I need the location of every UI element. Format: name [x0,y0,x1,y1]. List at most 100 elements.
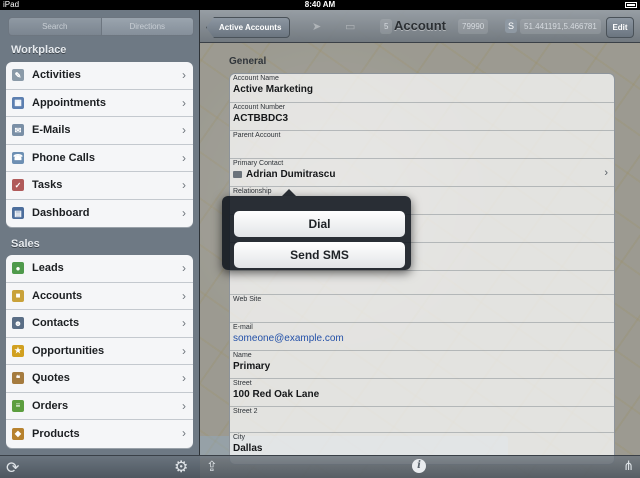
field-value: Primary [233,361,271,372]
sidebar-item-tasks[interactable]: ✓ Tasks › [6,172,193,200]
battery-icon [625,2,637,8]
sidebar-item-dashboard[interactable]: ▤ Dashboard › [6,200,193,228]
field-label: Web Site [233,296,262,303]
sidebar-item-label: Quotes [32,372,70,385]
sidebar-item-label: Opportunities [32,344,105,357]
field-label: Relationship [233,188,272,195]
segment-search[interactable]: Search [9,18,101,35]
search-directions-segmented-control[interactable]: Search Directions [8,17,194,36]
chevron-right-icon: › [182,398,186,413]
coordinate-field-right: 51.441191,5.466781 [520,19,601,34]
accounts-icon: ■ [12,289,24,302]
field-street[interactable]: Street 100 Red Oak Lane [230,378,614,406]
sidebar-item-opportunities[interactable]: ★ Opportunities › [6,338,193,365]
tasks-icon: ✓ [12,179,24,192]
section-title-workplace: Workplace [11,44,67,56]
sidebar-item-label: Dashboard [32,207,90,220]
sidebar-item-label: Contacts [32,317,80,330]
send-sms-button[interactable]: Send SMS [234,242,405,268]
phone-action-popover: Dial Send SMS [222,189,411,270]
field-label: Street [233,380,252,387]
notepad-icon: ✎ [12,69,24,82]
contacts-icon: ☻ [12,317,24,330]
leads-icon: ● [12,262,24,275]
sidebar-item-label: Appointments [32,96,106,109]
signal-s-icon: S [505,19,517,33]
calendar-icon: ▦ [12,96,24,109]
workplace-menu: ✎ Activities › ▦ Appointments › ✉ E-Mail… [6,62,193,227]
chevron-right-icon: › [182,261,186,275]
gear-icon[interactable]: ⚙ [174,457,188,477]
products-icon: ◆ [12,427,24,440]
phone-icon: ☎ [12,151,24,164]
sidebar-item-quotes[interactable]: ❝ Quotes › [6,365,193,393]
coordinate-field-left-tail: 79990 [458,19,489,34]
info-icon[interactable]: i [412,459,426,473]
sync-icon[interactable]: ⟳ [6,458,19,478]
sidebar-item-label: Leads [32,262,64,275]
sidebar-item-label: Activities [32,69,81,82]
sidebar-item-products[interactable]: ◆ Products › [6,420,193,448]
chevron-right-icon: › [182,95,186,110]
opportunities-icon: ★ [12,344,24,357]
field-label: City [233,434,246,441]
field-account-name[interactable]: Account Name Active Marketing [230,74,614,102]
detail-toolbar: ⇪ i ⋔ [200,455,640,478]
segment-directions[interactable]: Directions [100,18,193,35]
status-clock: 8:40 AM [304,0,336,9]
field-primary-contact[interactable]: Primary Contact Adrian Dumitrascu › [230,158,614,186]
sidebar: Search Directions Workplace ✎ Activities… [0,10,200,478]
field-value: Adrian Dumitrascu [246,169,336,180]
sidebar-toolbar: ⟳ ⚙ [0,455,200,478]
sidebar-item-label: Products [32,427,80,440]
chevron-right-icon: › [182,343,186,358]
sales-menu: ● Leads › ■ Accounts › ☻ Contacts › ★ Op… [6,255,193,448]
sidebar-item-activities[interactable]: ✎ Activities › [6,62,193,90]
chevron-right-icon: › [182,68,186,82]
edit-button[interactable]: Edit [606,17,634,38]
chevron-right-icon: › [182,426,186,440]
sidebar-item-label: E-Mails [32,124,71,137]
sidebar-item-label: Tasks [32,179,63,192]
field-name[interactable]: Name Primary [230,350,614,378]
chevron-right-icon: › [182,288,186,303]
field-label: Parent Account [233,132,281,139]
field-value: Dallas [233,443,263,454]
field-label: E-mail [233,324,253,331]
status-bar: iPad 8:40 AM [0,0,640,10]
email-link[interactable]: someone@example.com [233,333,344,344]
field-label: Street 2 [233,408,258,415]
field-value: Active Marketing [233,84,314,95]
share-icon[interactable]: ⇪ [206,458,218,475]
sidebar-item-phone-calls[interactable]: ☎ Phone Calls › [6,145,193,172]
sidebar-item-label: Phone Calls [32,151,95,164]
sidebar-item-leads[interactable]: ● Leads › [6,255,193,283]
field-label: Account Number [233,104,286,111]
field-email[interactable]: E-mail someone@example.com [230,322,614,350]
contact-card-icon [233,170,242,178]
dashboard-icon: ▤ [12,207,24,220]
sidebar-item-accounts[interactable]: ■ Accounts › [6,283,193,310]
field-web-site[interactable]: Web Site [230,294,614,322]
chevron-right-icon: › [182,205,186,220]
sidebar-item-appointments[interactable]: ▦ Appointments › [6,90,193,117]
field-label: Primary Contact [233,160,284,167]
chevron-right-icon: › [182,123,186,137]
sidebar-item-e-mails[interactable]: ✉ E-Mails › [6,117,193,145]
field-account-number[interactable]: Account Number ACTBBDC3 [230,102,614,130]
sidebar-item-label: Accounts [32,289,83,302]
field-street-2[interactable]: Street 2 [230,406,614,434]
sidebar-item-orders[interactable]: ≡ Orders › [6,393,193,420]
field-parent-account[interactable]: Parent Account [230,130,614,158]
chevron-right-icon: › [182,178,186,192]
hierarchy-icon[interactable]: ⋔ [623,458,634,474]
chevron-right-icon: › [182,371,186,385]
field-value: ACTBBDC3 [233,113,288,124]
dial-button[interactable]: Dial [234,211,405,237]
field-value-wrap: Adrian Dumitrascu [233,169,335,180]
section-title-sales: Sales [11,238,40,250]
form-section-title: General [229,56,267,67]
sidebar-item-contacts[interactable]: ☻ Contacts › [6,310,193,338]
field-label: Name [233,352,252,359]
quotes-icon: ❝ [12,372,24,385]
